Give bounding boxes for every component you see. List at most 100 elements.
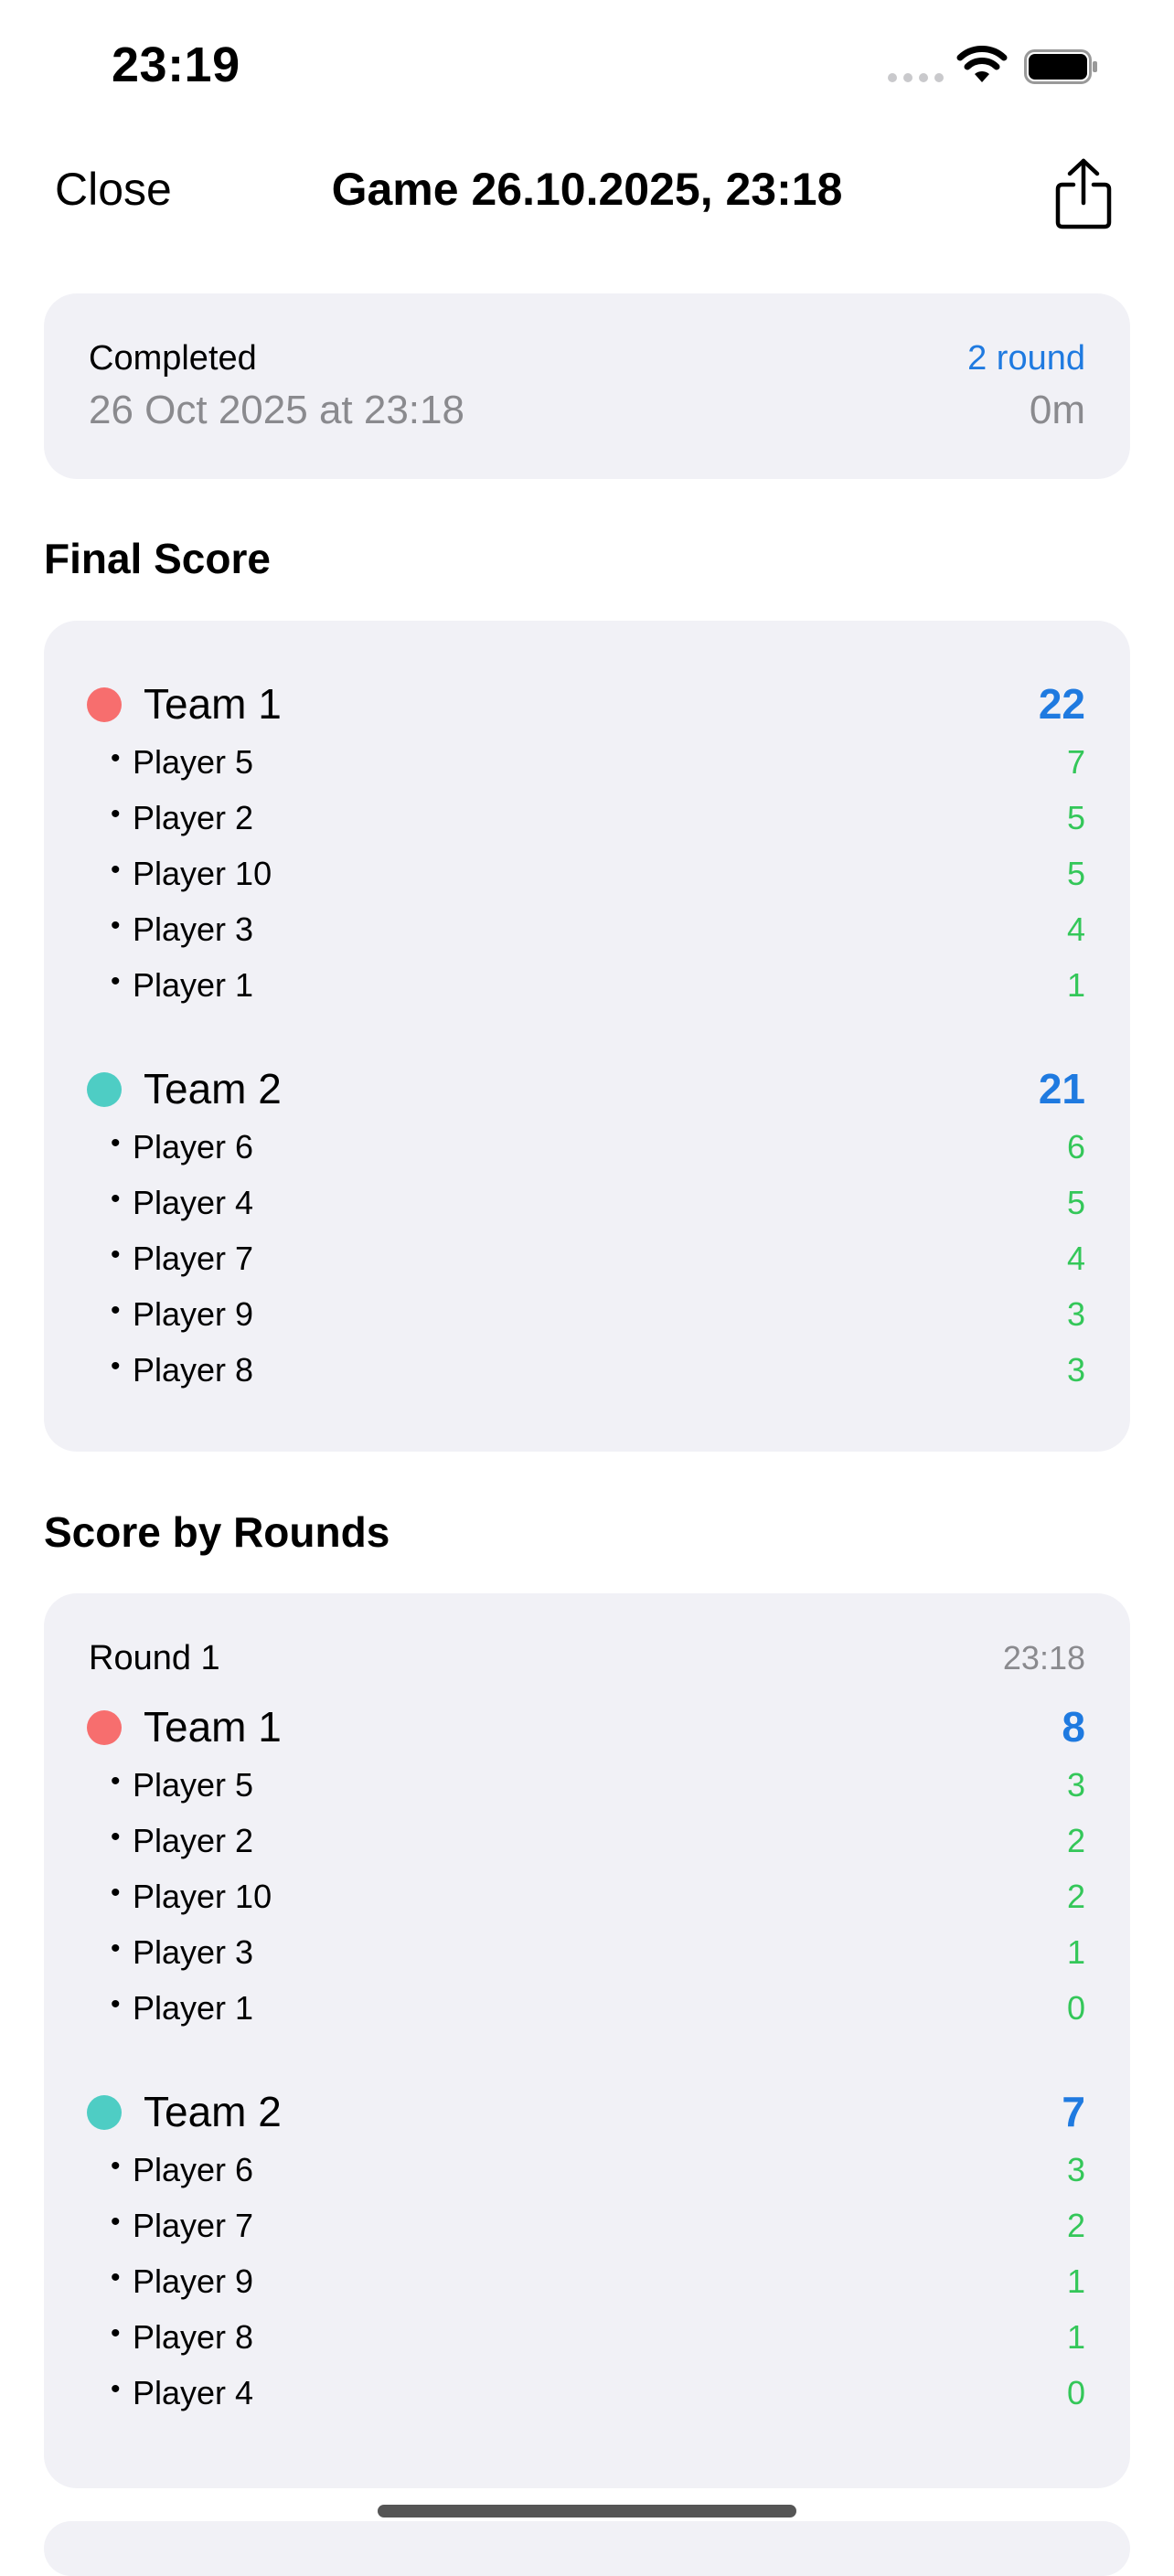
final-score-title: Final Score xyxy=(44,535,271,582)
player-row: Player 7 2 xyxy=(44,2201,1130,2257)
player-row: Player 1 0 xyxy=(44,1984,1130,2039)
player-name: Player 7 xyxy=(111,1240,253,1278)
player-score: 1 xyxy=(1066,2262,1085,2300)
share-icon[interactable] xyxy=(1053,157,1114,230)
player-name: Player 3 xyxy=(111,1933,253,1972)
team-score: 8 xyxy=(1062,1703,1085,1751)
team-block: Team 122Player 57Player 25Player 105Play… xyxy=(44,674,1130,1017)
player-row: Player 3 4 xyxy=(44,905,1130,961)
team-name: Team 2 xyxy=(144,2088,282,2135)
player-row: Player 10 2 xyxy=(44,1872,1130,1928)
player-score: 1 xyxy=(1066,966,1085,1004)
final-score-card: Team 122Player 57Player 25Player 105Play… xyxy=(44,621,1130,1452)
player-row: Player 4 0 xyxy=(44,2368,1130,2424)
player-score: 5 xyxy=(1066,855,1085,892)
player-score: 5 xyxy=(1066,1184,1085,1221)
cellular-signal-icon xyxy=(888,73,944,82)
player-row: Player 6 6 xyxy=(44,1123,1130,1178)
team-block: Team 27Player 63Player 72Player 91Player… xyxy=(44,2081,1130,2424)
player-row: Player 9 3 xyxy=(44,1290,1130,1346)
player-score: 2 xyxy=(1066,2207,1085,2244)
battery-icon xyxy=(1024,49,1097,84)
wifi-icon xyxy=(956,46,1008,82)
player-name: Player 7 xyxy=(111,2207,253,2245)
team-score: 21 xyxy=(1038,1065,1085,1112)
player-name: Player 3 xyxy=(111,910,253,949)
team-score: 22 xyxy=(1038,680,1085,728)
player-row: Player 2 2 xyxy=(44,1816,1130,1872)
player-row: Player 2 5 xyxy=(44,793,1130,849)
player-row: Player 7 4 xyxy=(44,1234,1130,1290)
team-header: Team 2 7 xyxy=(44,2081,1130,2145)
player-name: Player 4 xyxy=(111,1184,253,1222)
team-score: 7 xyxy=(1062,2088,1085,2135)
player-score: 1 xyxy=(1066,2318,1085,2356)
team-color-dot xyxy=(87,1710,122,1745)
next-round-card xyxy=(44,2521,1130,2576)
player-score: 1 xyxy=(1066,1933,1085,1971)
team-header: Team 1 22 xyxy=(44,674,1130,738)
team-color-dot xyxy=(87,1072,122,1107)
player-name: Player 2 xyxy=(111,799,253,837)
player-score: 4 xyxy=(1066,910,1085,948)
rounds-count: 2 round xyxy=(967,339,1085,378)
player-name: Player 4 xyxy=(111,2374,253,2412)
player-row: Player 10 5 xyxy=(44,849,1130,905)
player-score: 3 xyxy=(1066,2151,1085,2188)
player-row: Player 1 1 xyxy=(44,961,1130,1017)
player-score: 6 xyxy=(1066,1128,1085,1166)
player-row: Player 5 7 xyxy=(44,738,1130,793)
team-color-dot xyxy=(87,687,122,722)
player-score: 5 xyxy=(1066,799,1085,836)
player-name: Player 5 xyxy=(111,1766,253,1804)
player-name: Player 9 xyxy=(111,2262,253,2301)
player-score: 3 xyxy=(1066,1295,1085,1333)
round-card: Round 1 23:18 Team 18Player 53Player 22P… xyxy=(44,1593,1130,2488)
player-score: 2 xyxy=(1066,1822,1085,1859)
status-bar: 23:19 xyxy=(0,0,1174,128)
game-summary-card: Completed 26 Oct 2025 at 23:18 2 round 0… xyxy=(44,293,1130,479)
game-status: Completed xyxy=(89,339,257,378)
round-label: Round 1 xyxy=(89,1639,220,1677)
team-name: Team 1 xyxy=(144,680,282,728)
navigation-bar: Close Game 26.10.2025, 23:18 xyxy=(0,146,1174,238)
player-name: Player 8 xyxy=(111,2318,253,2357)
team-color-dot xyxy=(87,2095,122,2130)
player-name: Player 8 xyxy=(111,1351,253,1389)
team-block: Team 18Player 53Player 22Player 102Playe… xyxy=(44,1697,1130,2039)
player-name: Player 9 xyxy=(111,1295,253,1334)
team-header: Team 1 8 xyxy=(44,1697,1130,1761)
player-row: Player 8 3 xyxy=(44,1346,1130,1401)
player-score: 7 xyxy=(1066,743,1085,781)
player-score: 3 xyxy=(1066,1351,1085,1389)
team-block: Team 221Player 66Player 45Player 74Playe… xyxy=(44,1059,1130,1401)
player-row: Player 3 1 xyxy=(44,1928,1130,1984)
round-time: 23:18 xyxy=(1002,1639,1085,1677)
game-date: 26 Oct 2025 at 23:18 xyxy=(89,388,464,432)
player-row: Player 8 1 xyxy=(44,2313,1130,2368)
status-time: 23:19 xyxy=(112,37,240,92)
player-score: 3 xyxy=(1066,1766,1085,1804)
team-header: Team 2 21 xyxy=(44,1059,1130,1123)
score-by-rounds-title: Score by Rounds xyxy=(44,1508,390,1556)
page-title: Game 26.10.2025, 23:18 xyxy=(331,164,843,215)
player-name: Player 1 xyxy=(111,966,253,1005)
player-score: 0 xyxy=(1066,2374,1085,2411)
player-row: Player 4 5 xyxy=(44,1178,1130,1234)
player-name: Player 10 xyxy=(111,855,272,893)
player-name: Player 2 xyxy=(111,1822,253,1860)
game-duration: 0m xyxy=(1029,388,1085,432)
player-name: Player 5 xyxy=(111,743,253,782)
player-score: 2 xyxy=(1066,1878,1085,1915)
player-name: Player 10 xyxy=(111,1878,272,1916)
team-name: Team 2 xyxy=(144,1065,282,1112)
player-row: Player 5 3 xyxy=(44,1761,1130,1816)
player-row: Player 6 3 xyxy=(44,2145,1130,2201)
team-name: Team 1 xyxy=(144,1703,282,1751)
home-indicator xyxy=(378,2505,796,2517)
player-score: 4 xyxy=(1066,1240,1085,1277)
player-name: Player 6 xyxy=(111,1128,253,1166)
player-score: 0 xyxy=(1066,1989,1085,2027)
player-name: Player 6 xyxy=(111,2151,253,2189)
player-name: Player 1 xyxy=(111,1989,253,2028)
